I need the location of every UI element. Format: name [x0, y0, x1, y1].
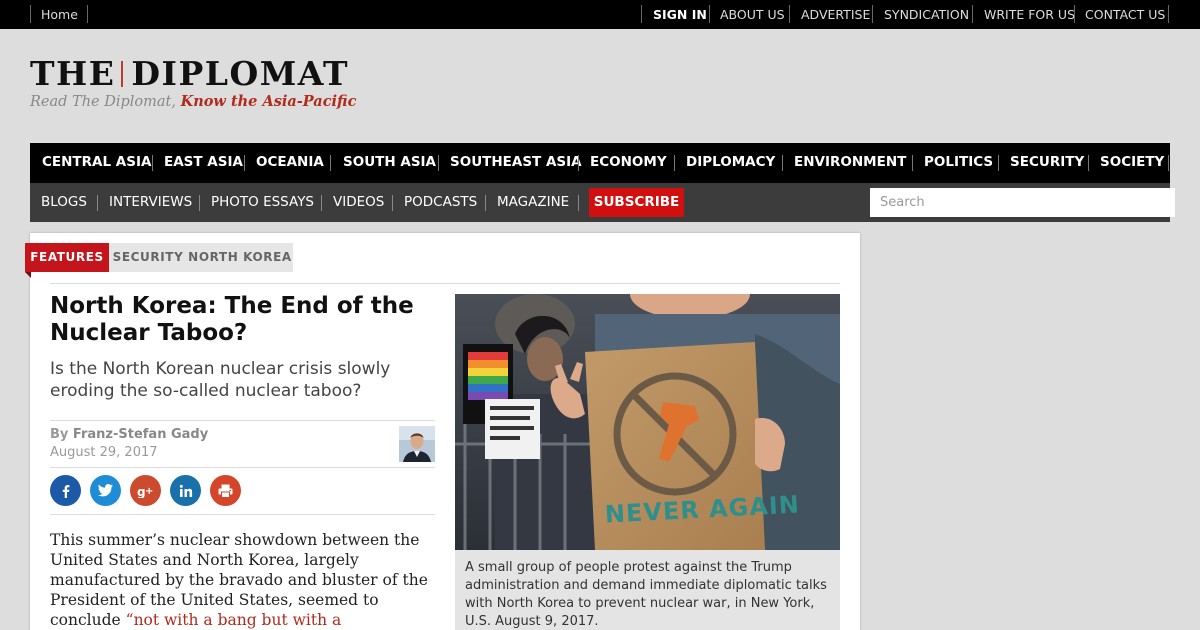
nav-diplomacy[interactable]: DIPLOMACY: [686, 154, 775, 170]
nav-environment[interactable]: ENVIRONMENT: [794, 154, 906, 170]
nav-central-asia[interactable]: CENTRAL ASIA: [42, 154, 151, 170]
divider: [789, 5, 790, 23]
subscribe-button[interactable]: SUBSCRIBE: [589, 188, 684, 217]
divider: [782, 155, 783, 171]
divider: [50, 420, 435, 421]
nav-society[interactable]: SOCIETY: [1100, 154, 1164, 170]
google-plus-share-button[interactable]: g +: [130, 475, 161, 506]
primary-nav: CENTRAL ASIA EAST ASIA OCEANIA SOUTH ASI…: [30, 143, 1170, 183]
nav-videos[interactable]: VIDEOS: [333, 194, 384, 210]
photo-caption: A small group of people protest against …: [455, 550, 840, 630]
divider: [872, 5, 873, 23]
twitter-icon: [98, 484, 113, 497]
divider: [972, 5, 973, 23]
nav-east-asia[interactable]: EAST ASIA: [164, 154, 243, 170]
article-headline: North Korea: The End of the Nuclear Tabo…: [50, 293, 414, 346]
top-bar: Home SIGN IN ABOUT US ADVERTISE SYNDICAT…: [0, 0, 1200, 29]
nav-south-asia[interactable]: SOUTH ASIA: [343, 154, 436, 170]
syndication-link[interactable]: SYNDICATION: [884, 7, 969, 22]
article-byline: By Franz-Stefan Gady: [50, 427, 208, 442]
divider: [641, 5, 642, 23]
divider: [50, 467, 435, 468]
article-subheadline: Is the North Korean nuclear crisis slowl…: [50, 359, 391, 401]
divider: [50, 514, 435, 515]
tagline-bold: Know the Asia-Pacific: [180, 93, 357, 110]
divider: [1168, 5, 1169, 23]
author-avatar[interactable]: [399, 426, 435, 462]
divider: [1168, 155, 1169, 171]
divider: [1074, 5, 1075, 23]
print-button[interactable]: [210, 475, 241, 506]
tag-north-korea[interactable]: NORTH KOREA: [187, 243, 293, 272]
author-link[interactable]: Franz-Stefan Gady: [73, 427, 208, 442]
about-us-link[interactable]: ABOUT US: [720, 7, 785, 22]
advertise-link[interactable]: ADVERTISE: [801, 7, 870, 22]
divider: [199, 195, 200, 211]
logo-divider: [121, 61, 124, 87]
site-logo[interactable]: THE DIPLOMAT Read The Diplomat, Know the …: [30, 56, 356, 111]
byline-prefix: By: [50, 427, 73, 442]
tag-security[interactable]: SECURITY: [109, 243, 187, 272]
home-link[interactable]: Home: [41, 7, 78, 22]
nav-magazine[interactable]: MAGAZINE: [497, 194, 569, 210]
divider: [1088, 155, 1089, 171]
article-date: August 29, 2017: [50, 445, 158, 460]
nav-security[interactable]: SECURITY: [1010, 154, 1084, 170]
twitter-share-button[interactable]: [90, 475, 121, 506]
article-card: FEATURES SECURITY NORTH KOREA North Kore…: [25, 233, 860, 630]
logo-wordmark: THE DIPLOMAT: [30, 56, 356, 92]
contact-us-link[interactable]: CONTACT US: [1085, 7, 1165, 22]
divider: [998, 155, 999, 171]
tagline-plain: Read The Diplomat,: [30, 94, 181, 110]
protest-photo: NEVER AGAIN: [455, 294, 840, 550]
secondary-nav: BLOGS INTERVIEWS PHOTO ESSAYS VIDEOS POD…: [30, 183, 1175, 222]
divider: [578, 155, 579, 171]
article-photo[interactable]: NEVER AGAIN: [455, 294, 840, 550]
divider: [30, 5, 31, 23]
nav-politics[interactable]: POLITICS: [924, 154, 993, 170]
divider: [87, 5, 88, 23]
logo-word-diplomat: DIPLOMAT: [131, 54, 350, 93]
divider: [709, 5, 710, 23]
article-body: This summer’s nuclear showdown between t…: [50, 530, 435, 630]
logo-word-the: THE: [30, 54, 116, 93]
print-icon: [218, 484, 233, 498]
nav-economy[interactable]: ECONOMY: [590, 154, 667, 170]
search-input[interactable]: [870, 188, 1175, 217]
nav-southeast-asia[interactable]: SOUTHEAST ASIA: [450, 154, 582, 170]
divider: [912, 155, 913, 171]
facebook-icon: [62, 484, 69, 498]
google-plus-icon: g +: [137, 485, 153, 498]
divider: [321, 195, 322, 211]
logo-tagline: Read The Diplomat, Know the Asia-Pacific: [30, 93, 356, 110]
tag-features[interactable]: FEATURES: [25, 243, 109, 272]
linkedin-icon: [179, 484, 192, 497]
author-photo: [399, 426, 435, 462]
divider: [485, 195, 486, 211]
sign-in-link[interactable]: SIGN IN: [653, 7, 707, 22]
divider: [674, 155, 675, 171]
body-quote-link[interactable]: “not with a bang but with a: [126, 611, 342, 629]
divider: [578, 195, 579, 211]
divider: [97, 195, 98, 211]
divider: [392, 195, 393, 211]
nav-oceania[interactable]: OCEANIA: [256, 154, 324, 170]
nav-photo-essays[interactable]: PHOTO ESSAYS: [211, 194, 314, 210]
linkedin-share-button[interactable]: [170, 475, 201, 506]
divider: [438, 155, 439, 171]
write-for-us-link[interactable]: WRITE FOR US: [984, 7, 1075, 22]
svg-text:+: +: [145, 486, 153, 497]
divider: [330, 155, 331, 171]
nav-blogs[interactable]: BLOGS: [41, 194, 87, 210]
nav-podcasts[interactable]: PODCASTS: [404, 194, 477, 210]
divider: [244, 155, 245, 171]
divider: [152, 155, 153, 171]
divider: [50, 283, 840, 284]
facebook-share-button[interactable]: [50, 475, 81, 506]
tag-ribbon-fold: [25, 272, 31, 278]
nav-interviews[interactable]: INTERVIEWS: [109, 194, 192, 210]
